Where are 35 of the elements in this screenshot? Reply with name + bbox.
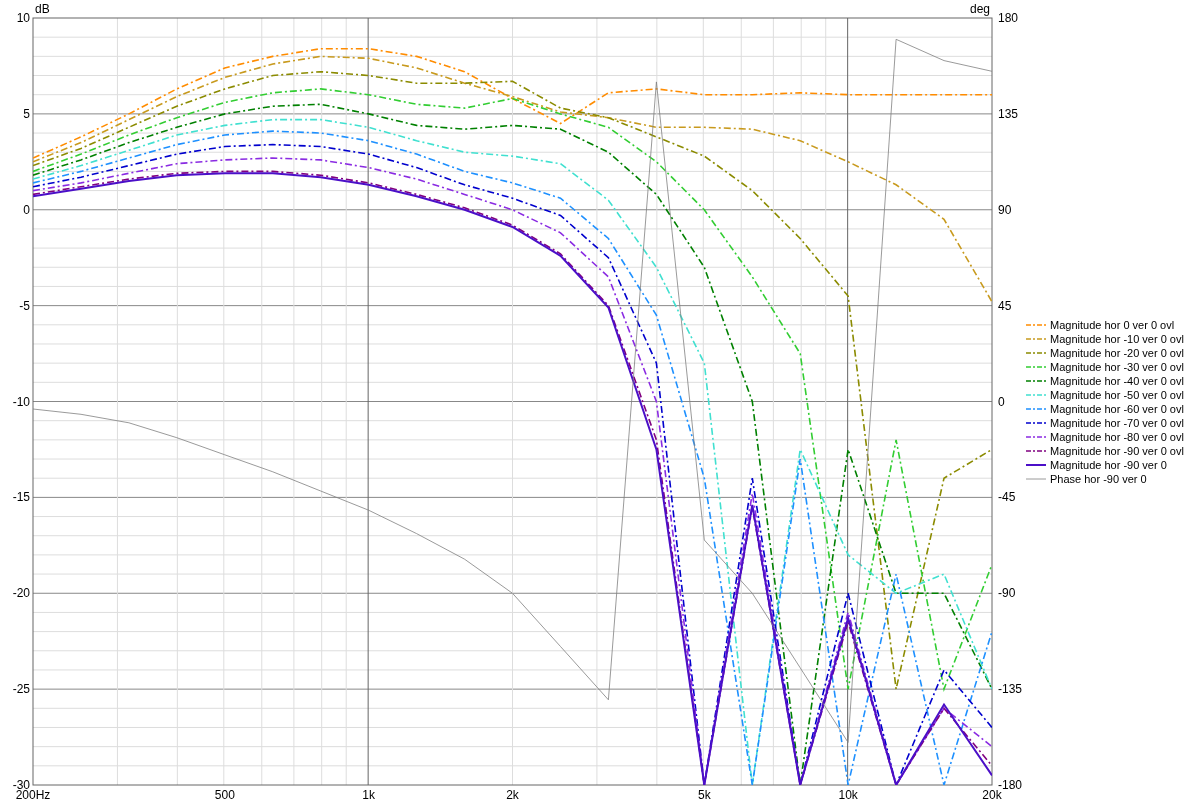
- legend-label: Magnitude hor -10 ver 0 ovl: [1050, 333, 1184, 345]
- legend-label: Magnitude hor -70 ver 0 ovl: [1050, 417, 1184, 429]
- legend-label: Phase hor -90 ver 0: [1050, 473, 1147, 485]
- y-tick-label: -20: [12, 586, 30, 601]
- x-tick-label: 2k: [506, 788, 519, 802]
- y2-tick-label: 135: [998, 106, 1019, 121]
- legend-label: Magnitude hor -90 ver 0 ovl: [1050, 445, 1184, 457]
- y2-tick-label: -45: [998, 490, 1016, 505]
- legend-label: Magnitude hor -30 ver 0 ovl: [1050, 361, 1184, 373]
- legend-label: Magnitude hor -50 ver 0 ovl: [1050, 389, 1184, 401]
- y2-axis-label: deg: [969, 2, 990, 16]
- y2-tick-label: -135: [998, 682, 1023, 697]
- y-tick-label: -5: [19, 298, 30, 313]
- y-tick-label: 10: [16, 11, 30, 25]
- x-tick-label: 10k: [838, 788, 858, 802]
- legend-label: Magnitude hor 0 ver 0 ovl: [1050, 319, 1175, 331]
- y2-tick-label: 0: [998, 394, 1005, 409]
- y-tick-label: -25: [12, 682, 30, 697]
- y-tick-label: 0: [23, 202, 30, 217]
- y2-tick-label: 90: [998, 202, 1012, 217]
- y-tick-label: -10: [12, 394, 30, 409]
- x-tick-label: 5k: [697, 788, 711, 802]
- legend-label: Magnitude hor -20 ver 0 ovl: [1050, 347, 1184, 359]
- y2-tick-label: 45: [998, 298, 1012, 313]
- x-tick-label: 500: [214, 788, 235, 802]
- x-tick-label: 1k: [362, 788, 375, 802]
- y-axis-label: dB: [35, 2, 50, 16]
- y-tick-label: -15: [12, 490, 30, 505]
- y2-tick-label: 180: [998, 11, 1019, 25]
- legend-label: Magnitude hor -40 ver 0 ovl: [1050, 375, 1184, 387]
- legend-label: Magnitude hor -90 ver 0: [1050, 459, 1167, 471]
- legend-label: Magnitude hor -60 ver 0 ovl: [1050, 403, 1184, 415]
- legend-label: Magnitude hor -80 ver 0 ovl: [1050, 431, 1184, 443]
- y-tick-label: 5: [23, 106, 30, 121]
- y2-tick-label: -90: [998, 586, 1016, 601]
